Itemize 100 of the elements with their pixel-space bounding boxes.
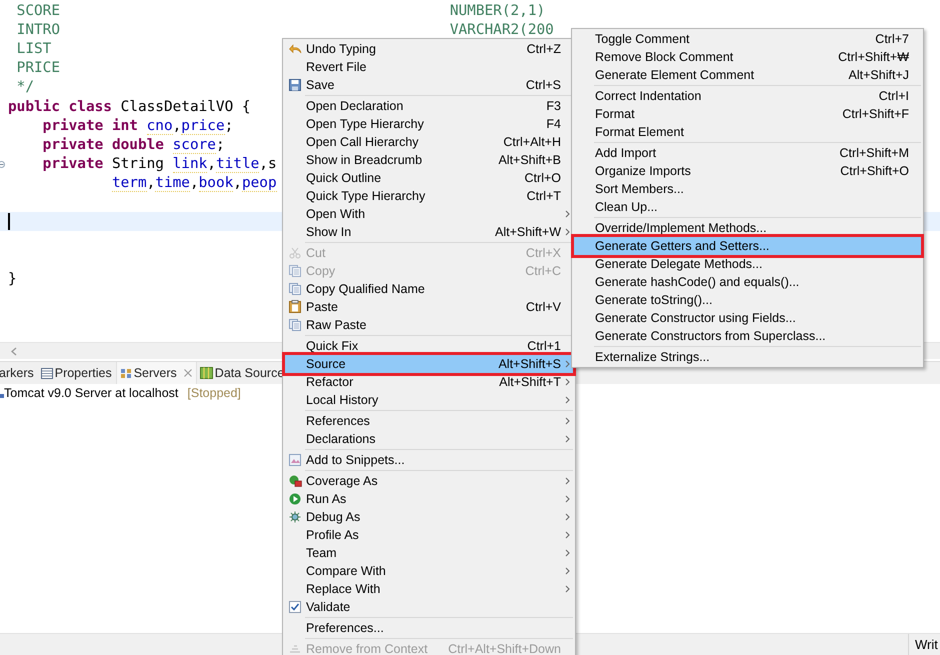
menu-item[interactable]: Open Call Hierarchy Ctrl+Alt+H — [285, 132, 573, 150]
menu-label: Toggle Comment — [595, 32, 690, 46]
shortcut-text: Ctrl+Alt+H — [503, 134, 561, 148]
menu-item[interactable]: Correct Indentation Ctrl+I — [574, 86, 921, 104]
chevron-right-icon — [564, 476, 570, 484]
menu-label: Quick Fix — [306, 338, 360, 352]
collapse-icon[interactable] — [0, 160, 5, 168]
panel-tab[interactable]: Properties — [38, 362, 116, 384]
save-icon — [289, 78, 301, 90]
menu-item[interactable]: Local History — [285, 390, 573, 408]
menu-item[interactable]: Toggle Comment Ctrl+7 — [574, 30, 921, 48]
menu-item[interactable]: Declarations — [285, 430, 573, 448]
scissors-icon — [289, 246, 301, 258]
menu-item[interactable]: Organize Imports Ctrl+Shift+O — [574, 162, 921, 180]
menu-label: Add Import — [595, 146, 658, 160]
table-icon — [40, 368, 53, 378]
menu-item[interactable]: Preferences... — [285, 618, 573, 636]
shortcut-text: Ctrl+Z — [526, 42, 561, 56]
menu-label: Raw Paste — [306, 318, 368, 332]
menu-label: Local History — [306, 392, 380, 406]
chevron-right-icon — [564, 360, 570, 368]
menu-item[interactable]: Run As — [285, 490, 573, 508]
menu-item[interactable]: Undo Typing Ctrl+Z — [285, 40, 573, 58]
menu-item[interactable]: Quick Fix Ctrl+1 — [285, 336, 573, 354]
menu-label: Paste — [306, 300, 339, 314]
close-icon[interactable] — [184, 369, 192, 377]
menu-label: Generate hashCode() and equals()... — [595, 274, 800, 288]
scroll-left-icon[interactable] — [11, 346, 17, 356]
menu-item[interactable]: Raw Paste — [285, 316, 573, 334]
menu-item[interactable]: Quick Type Hierarchy Ctrl+T — [285, 186, 573, 204]
chevron-right-icon — [564, 494, 570, 502]
menu-label: Compare With — [306, 564, 387, 578]
menu-item[interactable]: Generate Delegate Methods... — [574, 254, 921, 272]
menu-item[interactable]: Validate — [285, 598, 573, 616]
menu-item[interactable]: Copy Qualified Name — [285, 280, 573, 298]
menu-item[interactable]: Remove Block Comment Ctrl+Shift+₩ — [574, 48, 921, 66]
menu-label: Quick Type Hierarchy — [306, 188, 426, 202]
shortcut-text: F4 — [546, 116, 561, 130]
coverage-icon — [288, 474, 302, 486]
menu-item[interactable]: Add to Snippets... — [285, 450, 573, 468]
menu-item[interactable]: Refactor Alt+Shift+T — [285, 372, 573, 390]
menu-item[interactable]: Paste Ctrl+V — [285, 298, 573, 316]
menu-item[interactable]: Open Declaration F3 — [285, 96, 573, 114]
menu-item[interactable]: Show in Breadcrumb Alt+Shift+B — [285, 150, 573, 168]
menu-item[interactable]: Generate Constructor using Fields... — [574, 308, 921, 326]
menu-label: Profile As — [306, 528, 360, 542]
menu-item[interactable]: Generate hashCode() and equals()... — [574, 272, 921, 290]
shortcut-text: Ctrl+Shift+F — [842, 106, 909, 120]
menu-item[interactable]: Replace With — [285, 580, 573, 598]
menu-item[interactable]: Generate Element Comment Alt+Shift+J — [574, 66, 921, 84]
menu-item[interactable]: Generate Constructors from Superclass... — [574, 326, 921, 344]
menu-item[interactable]: Team — [285, 544, 573, 562]
panel-tab[interactable]: Servers — [116, 362, 197, 384]
menu-item[interactable]: Revert File — [285, 58, 573, 76]
menu-item[interactable]: Format Element — [574, 122, 921, 140]
shortcut-text: Ctrl+Shift+O — [840, 164, 909, 178]
menu-item[interactable]: Source Alt+Shift+S — [285, 354, 573, 372]
menu-item[interactable]: Coverage As — [285, 472, 573, 490]
menu-item[interactable]: Open With — [285, 204, 573, 222]
shortcut-text: Ctrl+Shift+M — [840, 146, 909, 160]
chevron-right-icon — [564, 396, 570, 404]
menu-item[interactable]: Format Ctrl+Shift+F — [574, 104, 921, 122]
chevron-right-icon — [564, 416, 570, 424]
menu-item[interactable]: Show In Alt+Shift+W — [285, 222, 573, 240]
checkbox-icon[interactable] — [289, 600, 301, 612]
menu-label: Show In — [306, 224, 352, 238]
menu-item[interactable]: Debug As — [285, 508, 573, 526]
menu-label: Undo Typing — [306, 42, 377, 56]
menu-item[interactable]: Generate Getters and Setters... — [574, 236, 921, 254]
shortcut-text: Ctrl+I — [878, 88, 909, 102]
chevron-right-icon — [564, 512, 570, 520]
shortcut-text: Ctrl+X — [526, 246, 561, 260]
menu-item[interactable]: Add Import Ctrl+Shift+M — [574, 144, 921, 162]
menu-item[interactable]: Clean Up... — [574, 198, 921, 216]
menu-label: Format — [595, 106, 636, 120]
document-icon — [289, 264, 301, 276]
menu-label: Copy — [306, 264, 336, 278]
menu-item[interactable]: Compare With — [285, 562, 573, 580]
chevron-right-icon — [564, 530, 570, 538]
menu-item[interactable]: Generate toString()... — [574, 290, 921, 308]
shortcut-text: Alt+Shift+T — [499, 374, 561, 388]
menu-item[interactable]: Profile As — [285, 526, 573, 544]
play-icon — [289, 492, 301, 504]
menu-item[interactable]: Save Ctrl+S — [285, 76, 573, 94]
menu-item[interactable]: Quick Outline Ctrl+O — [285, 168, 573, 186]
menu-label: Sort Members... — [595, 182, 685, 196]
chevron-right-icon — [564, 228, 570, 236]
server-name[interactable]: Tomcat v9.0 Server at localhost — [4, 386, 178, 400]
menu-label: Team — [306, 546, 338, 560]
menu-label: Revert File — [306, 60, 368, 74]
server-icon — [0, 393, 4, 399]
menu-label: Debug As — [306, 510, 362, 524]
menu-item[interactable]: Externalize Strings... — [574, 348, 921, 366]
code-line: private int cno,price; — [42, 118, 234, 134]
menu-item[interactable]: Sort Members... — [574, 180, 921, 198]
menu-item[interactable]: References — [285, 412, 573, 430]
menu-label: References — [306, 414, 371, 428]
menu-item[interactable]: Open Type Hierarchy F4 — [285, 114, 573, 132]
menu-item[interactable]: Override/Implement Methods... — [574, 218, 921, 236]
code-comment: LIST — [16, 40, 52, 57]
